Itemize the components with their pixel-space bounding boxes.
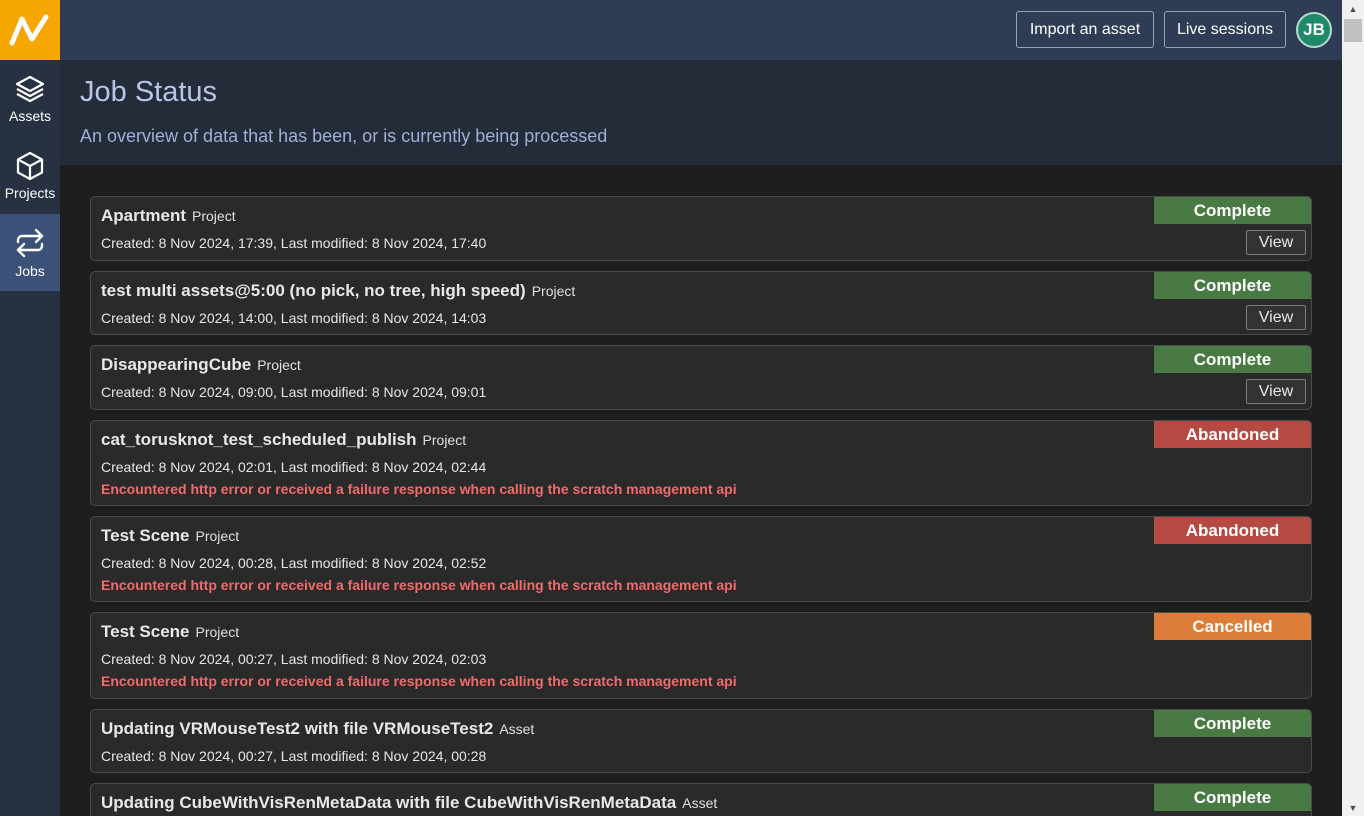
job-dates: Created: 8 Nov 2024, 00:27, Last modifie… (101, 651, 487, 667)
scroll-down-arrow-icon[interactable]: ▼ (1342, 799, 1364, 816)
job-error-message: Encountered http error or received a fai… (101, 481, 737, 497)
view-button[interactable]: View (1246, 379, 1306, 404)
job-card: Test Scene Project Created: 8 Nov 2024, 0… (90, 612, 1312, 699)
sidebar-item-jobs[interactable]: Jobs (0, 214, 60, 291)
job-dates: Created: 8 Nov 2024, 00:27, Last modifie… (101, 748, 487, 764)
job-dates: Created: 8 Nov 2024, 09:00, Last modifie… (101, 384, 487, 400)
job-name: Test Scene (101, 622, 190, 641)
cube-icon (16, 151, 44, 180)
job-name: Updating CubeWithVisRenMetaData with fil… (101, 793, 677, 812)
page-title: Job Status (80, 76, 218, 108)
job-card: cat_torusknot_test_scheduled_publish Proj… (90, 420, 1312, 506)
status-badge: Complete (1154, 272, 1311, 299)
job-title: Test Scene Project (101, 622, 239, 642)
job-name: DisappearingCube (101, 355, 252, 374)
job-error-message: Encountered http error or received a fai… (101, 673, 737, 689)
job-name: Updating VRMouseTest2 with file VRMouseT… (101, 719, 494, 738)
job-list: Apartment Project Created: 8 Nov 2024, 17… (60, 165, 1342, 816)
job-type: Project (195, 528, 240, 544)
status-badge: Complete (1154, 346, 1311, 373)
job-type: Project (531, 283, 576, 299)
import-asset-button[interactable]: Import an asset (1016, 11, 1154, 48)
job-dates: Created: 8 Nov 2024, 17:39, Last modifie… (101, 235, 487, 251)
logo[interactable] (0, 0, 60, 60)
sidebar-item-label: Projects (4, 184, 56, 201)
job-type: Project (195, 624, 240, 640)
status-badge: Abandoned (1154, 517, 1311, 544)
status-badge: Abandoned (1154, 421, 1311, 448)
job-type: Asset (682, 795, 718, 811)
job-dates: Created: 8 Nov 2024, 02:01, Last modifie… (101, 459, 487, 475)
job-type: Project (192, 208, 236, 224)
job-dates: Created: 8 Nov 2024, 14:00, Last modifie… (101, 310, 487, 326)
job-name: Apartment (101, 206, 187, 225)
status-badge: Cancelled (1154, 613, 1311, 640)
topbar: Import an asset Live sessions JB (60, 0, 1342, 60)
avatar[interactable]: JB (1296, 12, 1332, 48)
job-card: DisappearingCube Project Created: 8 Nov 2… (90, 345, 1312, 410)
job-title: Updating VRMouseTest2 with file VRMouseT… (101, 719, 534, 739)
job-dates: Created: 8 Nov 2024, 00:28, Last modifie… (101, 555, 487, 571)
job-title: Test Scene Project (101, 526, 239, 546)
sidebar-item-label: Assets (8, 107, 51, 124)
sidebar-item-label: Jobs (15, 262, 45, 279)
page-header: Job Status An overview of data that has … (60, 60, 1342, 165)
job-name: Test Scene (101, 526, 190, 545)
status-badge: Complete (1154, 710, 1311, 737)
job-title: Apartment Project (101, 206, 236, 226)
job-error-message: Encountered http error or received a fai… (101, 577, 737, 593)
job-name: test multi assets@5:00 (no pick, no tree… (101, 281, 526, 300)
status-badge: Complete (1154, 784, 1311, 811)
job-card: test multi assets@5:00 (no pick, no tree… (90, 271, 1312, 335)
job-card: Test Scene Project Created: 8 Nov 2024, 0… (90, 516, 1312, 602)
live-sessions-button[interactable]: Live sessions (1164, 11, 1286, 48)
job-card: Updating CubeWithVisRenMetaData with fil… (90, 783, 1312, 816)
sidebar-item-assets[interactable]: Assets (0, 60, 60, 137)
job-title: Updating CubeWithVisRenMetaData with fil… (101, 793, 717, 813)
job-card: Updating VRMouseTest2 with file VRMouseT… (90, 709, 1312, 773)
job-name: cat_torusknot_test_scheduled_publish (101, 430, 417, 449)
job-card: Apartment Project Created: 8 Nov 2024, 17… (90, 196, 1312, 261)
job-type: Project (257, 357, 301, 373)
view-button[interactable]: View (1246, 305, 1306, 330)
scrollbar[interactable]: ▲ ▼ (1342, 0, 1364, 816)
job-type: Project (422, 432, 467, 448)
job-type: Asset (499, 721, 535, 737)
job-title: test multi assets@5:00 (no pick, no tree… (101, 281, 575, 301)
sidebar: Assets Projects Jobs (0, 0, 60, 816)
layers-icon (15, 75, 45, 102)
scroll-thumb[interactable] (1344, 19, 1362, 42)
job-title: cat_torusknot_test_scheduled_publish Proj… (101, 430, 466, 450)
status-badge: Complete (1154, 197, 1311, 224)
sidebar-item-projects[interactable]: Projects (0, 137, 60, 214)
view-button[interactable]: View (1246, 230, 1306, 255)
sync-arrows-icon (16, 228, 44, 257)
logo-icon (9, 14, 49, 46)
page-subtitle: An overview of data that has been, or is… (80, 126, 608, 146)
job-title: DisappearingCube Project (101, 355, 301, 375)
scroll-up-arrow-icon[interactable]: ▲ (1342, 0, 1364, 17)
